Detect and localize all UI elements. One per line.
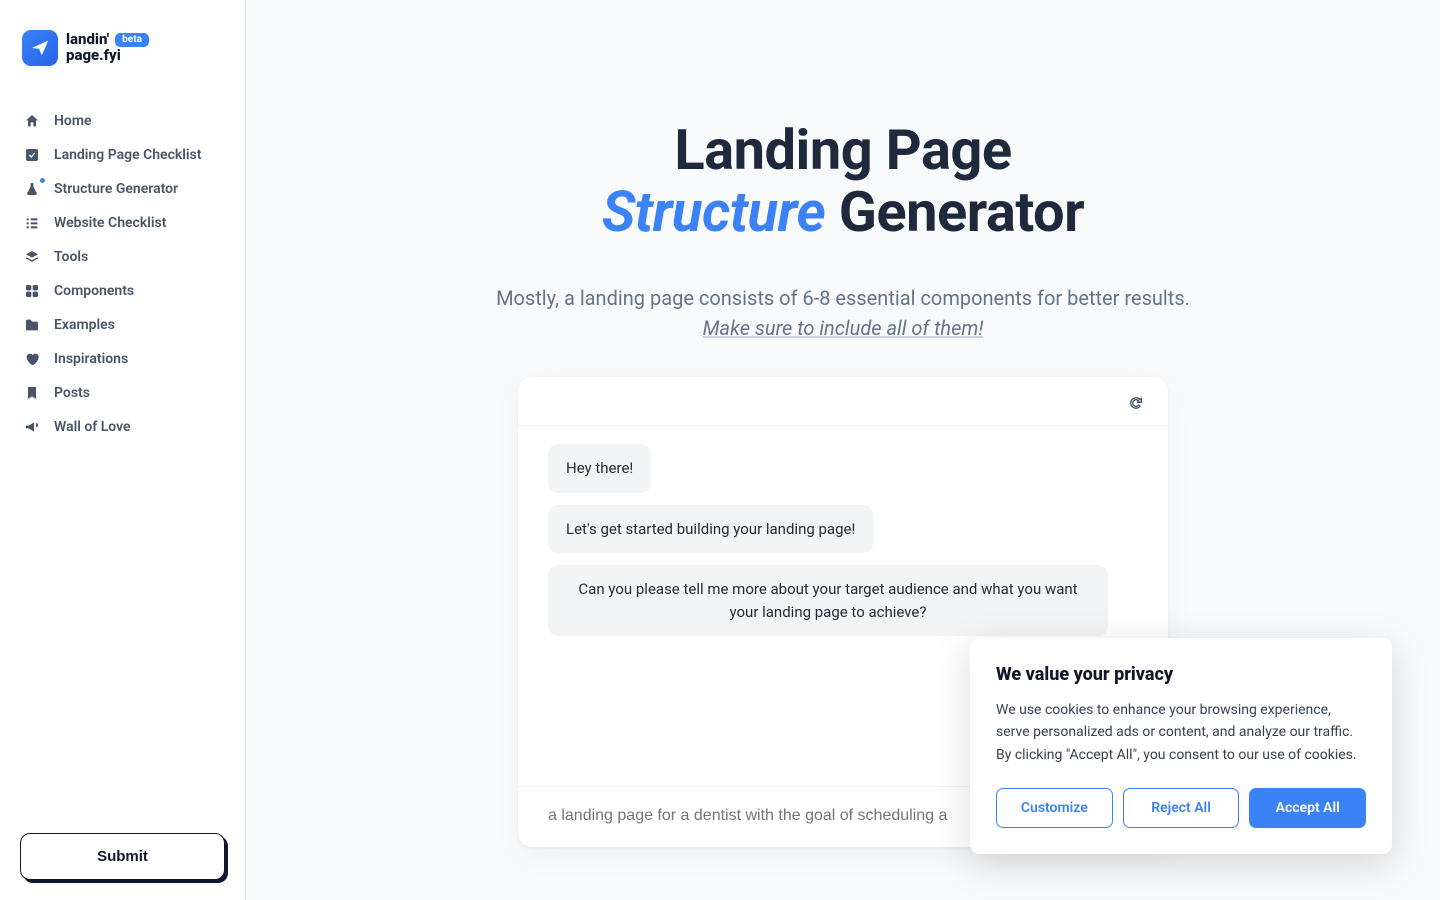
sidebar-item-wall-of-love[interactable]: Wall of Love [10,410,235,444]
sidebar-item-inspirations[interactable]: Inspirations [10,342,235,376]
cookie-title: We value your privacy [996,664,1366,685]
sidebar-item-structure-generator[interactable]: Structure Generator [10,172,235,206]
cookie-banner: We value your privacy We use cookies to … [970,638,1392,854]
sidebar-item-label: Examples [54,317,115,333]
subtitle-line1: Mostly, a landing page consists of 6-8 e… [496,286,1190,310]
sidebar-item-label: Wall of Love [54,419,131,435]
heart-icon [24,351,40,367]
cookie-customize-button[interactable]: Customize [996,788,1113,828]
home-icon [24,113,40,129]
sidebar-item-label: Website Checklist [54,215,166,231]
sidebar-item-label: Landing Page Checklist [54,147,201,163]
sidebar-item-components[interactable]: Components [10,274,235,308]
sidebar-item-examples[interactable]: Examples [10,308,235,342]
sidebar-item-home[interactable]: Home [10,104,235,138]
sidebar-item-posts[interactable]: Posts [10,376,235,410]
title-emphasis: Structure [602,179,825,245]
sidebar-item-label: Posts [54,385,90,401]
layers-icon [24,249,40,265]
bookmark-icon [24,385,40,401]
refresh-icon [1128,395,1144,411]
logo[interactable]: landin' beta page.fyi [0,0,245,86]
subtitle-line2: Make sure to include all of them! [703,316,984,340]
flask-icon [24,181,40,197]
sidebar-item-label: Inspirations [54,351,128,367]
sidebar: landin' beta page.fyi Home Landing Page … [0,0,246,900]
badge-dot [40,178,45,183]
title-part2: Generator [825,179,1084,245]
title-part1: Landing Page [674,117,1011,183]
logo-icon [22,30,58,66]
page-title: Landing Page Structure Generator [393,120,1293,243]
chat-message: Let's get started building your landing … [548,505,873,554]
sidebar-item-website-checklist[interactable]: Website Checklist [10,206,235,240]
list-icon [24,215,40,231]
submit-button[interactable]: Submit [20,833,225,880]
page-subtitle: Mostly, a landing page consists of 6-8 e… [393,283,1293,343]
refresh-button[interactable] [1124,391,1148,415]
check-square-icon [24,147,40,163]
folder-icon [24,317,40,333]
sidebar-item-landing-checklist[interactable]: Landing Page Checklist [10,138,235,172]
sidebar-item-label: Structure Generator [54,181,178,197]
megaphone-icon [24,419,40,435]
sidebar-item-tools[interactable]: Tools [10,240,235,274]
sidebar-nav: Home Landing Page Checklist Structure Ge… [0,86,245,813]
cookie-text: We use cookies to enhance your browsing … [996,699,1366,766]
sidebar-item-label: Components [54,283,134,299]
chat-message: Hey there! [548,444,651,493]
sidebar-item-label: Home [54,113,92,129]
sidebar-item-label: Tools [54,249,88,265]
logo-text-2: page.fyi [66,48,149,64]
grid-icon [24,283,40,299]
cookie-accept-button[interactable]: Accept All [1249,788,1366,828]
cookie-reject-button[interactable]: Reject All [1123,788,1240,828]
chat-message: Can you please tell me more about your t… [548,565,1108,636]
